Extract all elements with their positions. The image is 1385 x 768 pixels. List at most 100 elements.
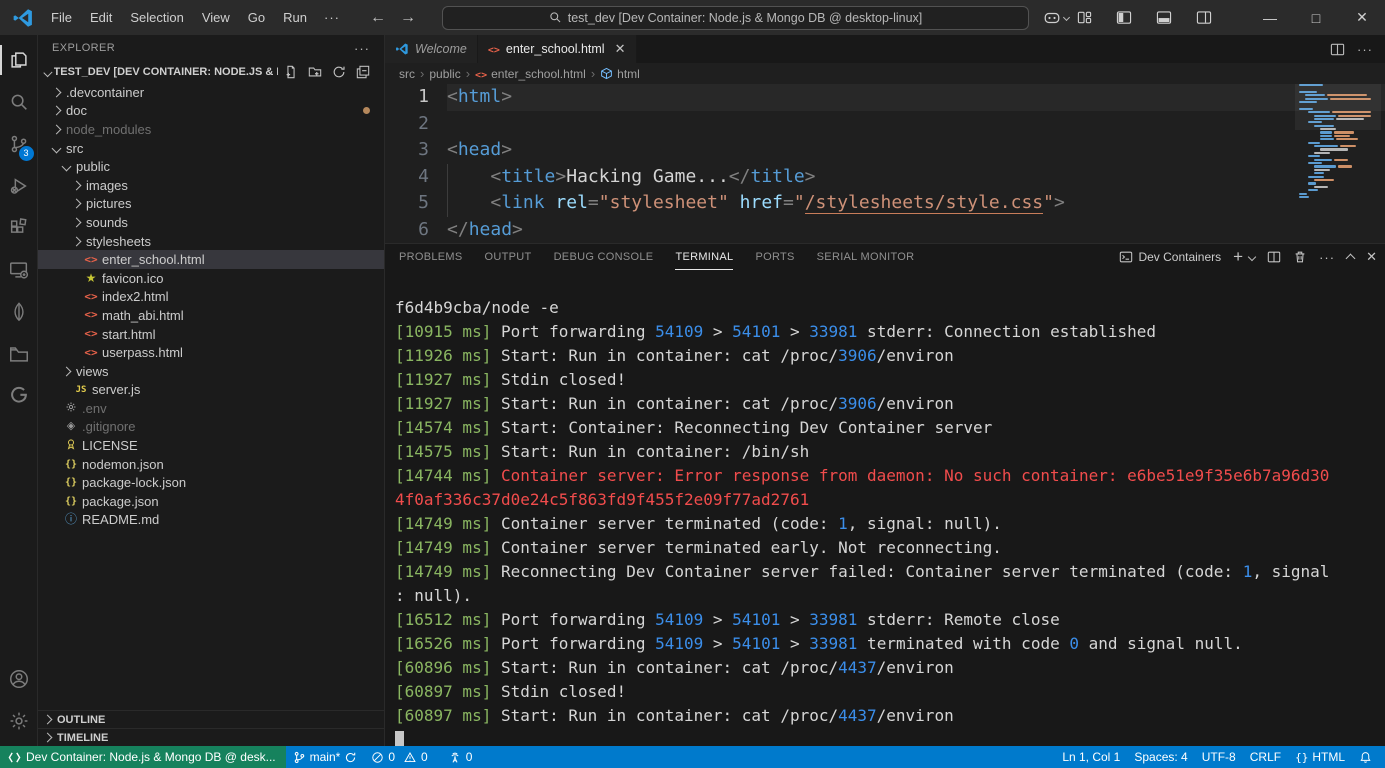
git-branch-status[interactable]: main*	[286, 746, 365, 768]
breadcrumb-separator: ›	[466, 66, 470, 81]
file-favicon.ico[interactable]: ★favicon.ico	[38, 269, 384, 288]
explorer-icon[interactable]	[0, 39, 38, 81]
panel-more-actions-button[interactable]: ···	[1319, 250, 1335, 265]
extensions-icon[interactable]	[0, 207, 38, 249]
chevron-right-icon	[68, 182, 84, 189]
folder-sounds[interactable]: sounds	[38, 213, 384, 232]
folder-images[interactable]: images	[38, 176, 384, 195]
kill-terminal-button[interactable]	[1293, 250, 1307, 264]
folder-node_modules[interactable]: node_modules	[38, 120, 384, 139]
workspace-section-header[interactable]: TEST_DEV [DEV CONTAINER: NODE.JS & MONGO…	[38, 61, 384, 83]
tab-enter-school-html[interactable]: <>enter_school.html✕	[478, 35, 637, 63]
language-mode-status[interactable]: {} HTML	[1288, 746, 1352, 768]
notifications-bell[interactable]	[1352, 746, 1379, 768]
folder-src[interactable]: src	[38, 139, 384, 158]
panel-tab-terminal[interactable]: TERMINAL	[675, 244, 733, 270]
menu-view[interactable]: View	[193, 6, 239, 30]
encoding-status[interactable]: UTF-8	[1195, 746, 1243, 768]
split-editor-button[interactable]	[1330, 42, 1345, 57]
file-enter_school.html[interactable]: <>enter_school.html	[38, 250, 384, 269]
settings-icon[interactable]	[0, 700, 38, 742]
nav-forward-button[interactable]: →	[396, 9, 420, 27]
editor-more-actions-button[interactable]: ···	[1357, 42, 1373, 57]
terminal-line: [14744 ms] Container server: Error respo…	[395, 464, 1385, 488]
menu-go[interactable]: Go	[239, 6, 274, 30]
panel-tab-debug-console[interactable]: DEBUG CONSOLE	[554, 244, 654, 270]
file-package.json[interactable]: {}package.json	[38, 492, 384, 511]
new-terminal-button[interactable]: +	[1233, 247, 1243, 267]
copilot-button[interactable]	[1043, 9, 1069, 27]
eol-status[interactable]: CRLF	[1243, 746, 1288, 768]
source-control-icon[interactable]: 3	[0, 123, 38, 165]
menu-file[interactable]: File	[42, 6, 81, 30]
window-maximize-button[interactable]: □	[1293, 0, 1339, 35]
menu-selection[interactable]: Selection	[121, 6, 192, 30]
gitlens-icon[interactable]	[0, 375, 38, 417]
file-LICENSE[interactable]: LICENSE	[38, 436, 384, 455]
docker-explorer-icon[interactable]	[0, 333, 38, 375]
breadcrumb-item-enter-school-html[interactable]: <>enter_school.html	[475, 67, 586, 81]
remote-indicator[interactable]: Dev Container: Node.js & Mongo DB @ desk…	[0, 746, 286, 768]
file-.gitignore[interactable]: ◈.gitignore	[38, 418, 384, 437]
terminal-profile-selector[interactable]: Dev Containers	[1119, 250, 1221, 264]
file-package-lock.json[interactable]: {}package-lock.json	[38, 473, 384, 492]
split-terminal-button[interactable]	[1267, 250, 1281, 264]
code-editor[interactable]: 123456 <html><head> <title>Hacking Game.…	[385, 84, 1385, 243]
section-outline[interactable]: OUTLINE	[38, 710, 384, 728]
collapse-folders-button[interactable]	[356, 65, 370, 79]
nav-back-button[interactable]: ←	[366, 9, 390, 27]
folder-.devcontainer[interactable]: .devcontainer	[38, 83, 384, 102]
menu-more-button[interactable]: ···	[316, 6, 348, 30]
menu-edit[interactable]: Edit	[81, 6, 121, 30]
remote-explorer-icon[interactable]	[0, 249, 38, 291]
menu-run[interactable]: Run	[274, 6, 316, 30]
mongodb-icon[interactable]	[0, 291, 38, 333]
section-timeline[interactable]: TIMELINE	[38, 728, 384, 746]
file-nodemon.json[interactable]: {}nodemon.json	[38, 455, 384, 474]
close-icon[interactable]: ✕	[615, 41, 626, 57]
folder-public[interactable]: public	[38, 157, 384, 176]
terminal-output[interactable]: f6d4b9cba/node -e[10915 ms] Port forward…	[385, 270, 1385, 746]
forwarded-ports-status[interactable]: 0	[441, 746, 480, 768]
panel-tab-problems[interactable]: PROBLEMS	[399, 244, 463, 270]
explorer-more-actions-button[interactable]: ···	[354, 41, 370, 56]
panel-tab-output[interactable]: OUTPUT	[485, 244, 532, 270]
toggle-primary-sidebar-button[interactable]	[1109, 6, 1139, 30]
file-math_abi.html[interactable]: <>math_abi.html	[38, 306, 384, 325]
refresh-explorer-button[interactable]	[332, 65, 346, 79]
cursor-position-status[interactable]: Ln 1, Col 1	[1055, 746, 1127, 768]
file-userpass.html[interactable]: <>userpass.html	[38, 343, 384, 362]
tab-welcome[interactable]: Welcome	[385, 35, 478, 63]
new-file-button[interactable]	[284, 65, 298, 79]
folder-doc[interactable]: doc	[38, 102, 384, 121]
breadcrumb-item-src[interactable]: src	[399, 67, 415, 81]
window-close-button[interactable]: ✕	[1339, 0, 1385, 35]
minimap[interactable]	[1299, 84, 1371, 204]
folder-views[interactable]: views	[38, 362, 384, 381]
file-start.html[interactable]: <>start.html	[38, 325, 384, 344]
file-README.md[interactable]: ⓘREADME.md	[38, 511, 384, 530]
panel-tab-ports[interactable]: PORTS	[755, 244, 794, 270]
toggle-panel-button[interactable]	[1149, 6, 1179, 30]
indentation-status[interactable]: Spaces: 4	[1127, 746, 1194, 768]
breadcrumb-item-public[interactable]: public	[429, 67, 460, 81]
account-icon[interactable]	[0, 658, 38, 700]
customize-layout-button[interactable]	[1069, 6, 1099, 30]
search-icon[interactable]	[0, 81, 38, 123]
file-server.js[interactable]: JSserver.js	[38, 381, 384, 400]
file-.env[interactable]: .env	[38, 399, 384, 418]
toggle-secondary-sidebar-button[interactable]	[1189, 6, 1219, 30]
file-index2.html[interactable]: <>index2.html	[38, 288, 384, 307]
folder-pictures[interactable]: pictures	[38, 195, 384, 214]
problems-status[interactable]: 0 0	[364, 746, 434, 768]
window-minimize-button[interactable]: —	[1247, 0, 1293, 35]
folder-stylesheets[interactable]: stylesheets	[38, 232, 384, 251]
breadcrumb-item-html[interactable]: html	[600, 67, 640, 81]
terminal-dropdown-icon[interactable]	[1248, 253, 1256, 261]
panel-tab-serial-monitor[interactable]: SERIAL MONITOR	[817, 244, 915, 270]
new-folder-button[interactable]	[308, 65, 322, 79]
maximize-panel-button[interactable]	[1347, 250, 1354, 265]
run-and-debug-icon[interactable]	[0, 165, 38, 207]
command-center-search[interactable]: test_dev [Dev Container: Node.js & Mongo…	[442, 6, 1029, 30]
close-panel-button[interactable]: ✕	[1366, 249, 1377, 265]
